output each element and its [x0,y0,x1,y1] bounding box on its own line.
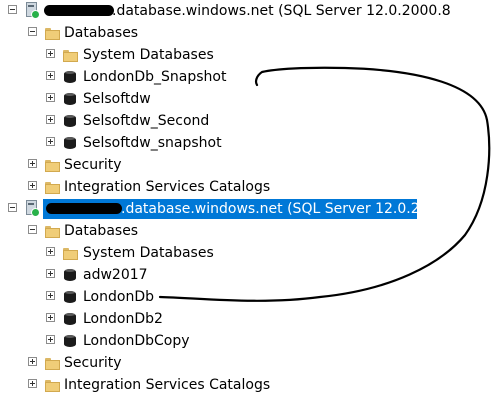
security-label: Security [64,157,122,173]
security-label: Security [64,355,122,371]
expand-toggle[interactable] [46,247,55,256]
database-label: LondonDb [83,289,154,305]
database-label: LondonDbCopy [83,333,190,349]
server-node-1[interactable]: .database.windows.net (SQL Server 12.0.2… [0,0,496,22]
database-node[interactable]: LondonDb [0,286,300,308]
server-icon [25,2,40,19]
system-databases-folder-2[interactable]: System Databases [0,242,300,264]
expand-toggle[interactable] [46,335,55,344]
collapse-toggle[interactable] [28,27,37,36]
databases-label: Databases [64,25,139,41]
databases-label: Databases [64,223,139,239]
server-name-label: .database.windows.net (SQL Server 12.0.2… [112,3,451,19]
isc-folder-2[interactable]: Integration Services Catalogs [0,374,300,396]
isc-label: Integration Services Catalogs [64,179,271,195]
expand-toggle[interactable] [46,291,55,300]
database-label: LondonDb2 [83,311,163,327]
folder-icon [63,50,78,62]
security-folder-1[interactable]: Security [0,154,300,176]
database-icon [64,334,76,348]
tree-item-label: System Databases [83,47,214,63]
expand-toggle[interactable] [46,49,55,58]
expand-toggle[interactable] [28,379,37,388]
expand-toggle[interactable] [28,357,37,366]
redacted-scribble [46,203,122,214]
collapse-toggle[interactable] [8,5,17,14]
folder-icon [63,248,78,260]
collapse-toggle[interactable] [28,225,37,234]
expand-toggle[interactable] [46,71,55,80]
database-label: Selsoftdw [83,91,151,107]
security-folder-2[interactable]: Security [0,352,300,374]
database-icon [64,114,76,128]
database-label: adw2017 [83,267,148,283]
expand-toggle[interactable] [46,93,55,102]
object-explorer-tree: .database.windows.net (SQL Server 12.0.2… [0,0,496,404]
folder-icon [45,28,60,40]
collapse-toggle[interactable] [8,203,17,212]
folder-icon [45,182,60,194]
tree-item-label: System Databases [83,245,214,261]
folder-icon [45,226,60,238]
isc-label: Integration Services Catalogs [64,377,271,393]
redacted-scribble [44,5,114,16]
folder-icon [45,380,60,392]
database-node[interactable]: Selsoftdw [0,88,300,110]
databases-folder-1[interactable]: Databases [0,22,300,44]
database-icon [64,268,76,282]
database-icon [64,312,76,326]
database-icon [64,70,76,84]
expand-toggle[interactable] [28,159,37,168]
database-label: Selsoftdw_snapshot [83,135,222,151]
database-icon [64,92,76,106]
database-node[interactable]: Selsoftdw_snapshot [0,132,300,154]
database-icon [64,290,76,304]
database-node[interactable]: LondonDb2 [0,308,300,330]
folder-icon [45,160,60,172]
database-label: Selsoftdw_Second [83,113,210,129]
expand-toggle[interactable] [28,181,37,190]
expand-toggle[interactable] [46,137,55,146]
folder-icon [45,358,60,370]
server-icon [25,200,40,217]
isc-folder-1[interactable]: Integration Services Catalogs [0,176,300,198]
expand-toggle[interactable] [46,115,55,124]
expand-toggle[interactable] [46,269,55,278]
database-node[interactable]: adw2017 [0,264,300,286]
server-name-label: .database.windows.net (SQL Server 12.0.2… [121,201,447,217]
system-databases-folder-1[interactable]: System Databases [0,44,300,66]
database-node[interactable]: LondonDb_Snapshot [0,66,300,88]
database-node[interactable]: Selsoftdw_Second [0,110,300,132]
expand-toggle[interactable] [46,313,55,322]
server-node-2[interactable]: .database.windows.net (SQL Server 12.0.2… [0,198,496,220]
databases-folder-2[interactable]: Databases [0,220,300,242]
database-node[interactable]: LondonDbCopy [0,330,300,352]
database-icon [64,136,76,150]
database-label: LondonDb_Snapshot [83,69,227,85]
